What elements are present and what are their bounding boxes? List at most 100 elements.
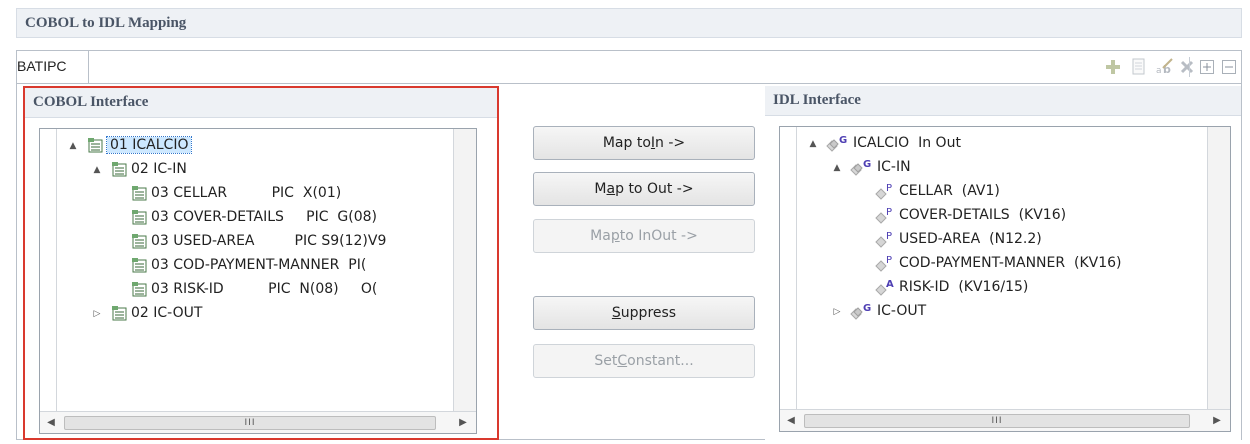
cobol-field-icon: [132, 186, 147, 201]
idl-tree-content: ▲ G ICALCIO In Out ▲ G IC-IN P CELLAR (A…: [796, 127, 1208, 409]
copy-icon[interactable]: [1129, 57, 1149, 77]
button-label-pre: M: [594, 181, 607, 197]
button-label-post: uppress: [620, 305, 677, 321]
map-to-out-button[interactable]: Map to Out ->: [533, 172, 755, 206]
rename-icon[interactable]: ab: [1155, 57, 1175, 77]
idl-badge: P: [886, 183, 892, 194]
set-constant-button[interactable]: Set Constant...: [533, 344, 755, 378]
vertical-scrollbar[interactable]: [1208, 127, 1230, 409]
idl-badge: G: [839, 135, 847, 146]
tree-row-label: 03 RISK-ID PIC N(08) O(: [151, 281, 378, 297]
collapse-all-icon[interactable]: [1219, 57, 1239, 77]
button-mnemonic: C: [617, 353, 628, 369]
idl-row-label: COD-PAYMENT-MANNER (KV16): [899, 255, 1122, 271]
scroll-left-arrow-icon[interactable]: ◀: [784, 413, 798, 427]
toolbar-separator: [1189, 57, 1190, 77]
idl-parameter-icon: P: [875, 231, 892, 248]
button-label-pre: Ma: [590, 228, 611, 244]
idl-group-icon: G: [850, 303, 871, 320]
view-title-bar: COBOL to IDL Mapping: [16, 8, 1242, 38]
idl-badge: G: [863, 303, 871, 314]
idl-tree[interactable]: ▲ G ICALCIO In Out ▲ G IC-IN P CELLAR (A…: [779, 126, 1231, 432]
cobol-group-icon: [112, 306, 127, 321]
button-label-post: n ->: [655, 135, 686, 151]
idl-group-icon: G: [850, 159, 871, 176]
button-mnemonic: p: [610, 228, 620, 244]
idl-badge: P: [886, 231, 892, 242]
cobol-field-icon: [132, 210, 147, 225]
cobol-field-icon: [132, 282, 147, 297]
idl-row-label: COVER-DETAILS (KV16): [899, 207, 1067, 223]
idl-parameter-icon: P: [875, 255, 892, 272]
expand-arrow-icon[interactable]: ▲: [91, 164, 103, 176]
tree-row-label: 03 COD-PAYMENT-MANNER PI(: [151, 257, 367, 273]
expand-arrow-icon[interactable]: ▲: [807, 138, 819, 150]
idl-parameter-icon: P: [875, 207, 892, 224]
button-mnemonic: a: [606, 181, 616, 197]
svg-text:a: a: [1156, 66, 1162, 76]
cobol-panel-title: COBOL Interface: [33, 94, 149, 110]
map-to-in-button[interactable]: Map to In ->: [533, 126, 755, 160]
scroll-right-arrow-icon[interactable]: ▶: [1210, 413, 1224, 427]
expand-all-icon[interactable]: [1197, 57, 1217, 77]
cobol-panel-header: COBOL Interface: [25, 88, 497, 118]
idl-badge: P: [886, 207, 892, 218]
idl-parameter-icon: P: [875, 183, 892, 200]
button-label-post: onstant...: [627, 353, 694, 369]
map-to-inout-button[interactable]: Ma p to InOut ->: [533, 219, 755, 253]
idl-group-icon: G: [826, 135, 847, 152]
idl-badge: P: [886, 255, 892, 266]
idl-row-label: CELLAR (AV1): [899, 183, 1000, 199]
collapsed-arrow-icon[interactable]: ▷: [831, 306, 843, 318]
cobol-interface-panel: COBOL Interface ▲ 01 ICALCIO ▲ 02 IC-IN: [23, 86, 499, 440]
expand-arrow-icon[interactable]: ▲: [67, 140, 79, 152]
cobol-group-icon: [112, 162, 127, 177]
idl-panel-header: IDL Interface: [765, 86, 1241, 116]
cobol-tree-content: ▲ 01 ICALCIO ▲ 02 IC-IN 03 CELLAR PIC X(…: [56, 129, 454, 411]
idl-row-label: ICALCIO In Out: [853, 135, 961, 151]
grip-icon: III: [244, 418, 256, 428]
button-mnemonic: S: [611, 305, 621, 321]
add-icon[interactable]: [1103, 57, 1123, 77]
mapping-editor: COBOL Interface ▲ 01 ICALCIO ▲ 02 IC-IN: [16, 84, 1242, 440]
tree-row-label: 03 USED-AREA PIC S9(12)V9: [151, 233, 387, 249]
tab-batipc[interactable]: BATIPC: [17, 51, 89, 83]
tree-row-label: 02 IC-OUT: [131, 305, 203, 321]
tree-row-label: 01 ICALCIO: [105, 136, 193, 154]
button-label-post: p to Out ->: [615, 181, 694, 197]
cobol-tree[interactable]: ▲ 01 ICALCIO ▲ 02 IC-IN 03 CELLAR PIC X(…: [39, 128, 477, 434]
horizontal-scrollbar[interactable]: ◀ III ▶: [40, 411, 476, 433]
idl-badge: G: [863, 159, 871, 170]
scrollbar-thumb[interactable]: III: [64, 416, 436, 430]
idl-interface-panel: IDL Interface ▲ G ICALCIO In Out ▲ G IC-…: [765, 86, 1241, 440]
idl-array-icon: A: [875, 279, 894, 296]
suppress-button[interactable]: Suppress: [533, 296, 755, 330]
idl-row-label: IC-OUT: [877, 303, 927, 319]
delete-icon[interactable]: [1177, 57, 1197, 77]
idl-row-label: IC-IN: [877, 159, 911, 175]
view-title: COBOL to IDL Mapping: [25, 15, 187, 31]
tab-label: BATIPC: [17, 58, 67, 74]
collapsed-arrow-icon[interactable]: ▷: [91, 308, 103, 320]
cobol-field-icon: [132, 258, 147, 273]
vertical-scrollbar[interactable]: [454, 129, 476, 411]
idl-row-label: USED-AREA (N12.2): [899, 231, 1042, 247]
scroll-right-arrow-icon[interactable]: ▶: [456, 415, 470, 429]
horizontal-scrollbar[interactable]: ◀ III ▶: [780, 409, 1230, 431]
tab-strip: BATIPC ab: [16, 50, 1242, 84]
button-label-pre: Set: [594, 353, 618, 369]
tree-row-label: 02 IC-IN: [131, 161, 187, 177]
scrollbar-thumb[interactable]: III: [804, 414, 1190, 428]
expand-arrow-icon[interactable]: ▲: [831, 162, 843, 174]
button-label-post: to InOut ->: [619, 228, 698, 244]
tree-row-label: 03 CELLAR PIC X(01): [151, 185, 342, 201]
idl-row-label: RISK-ID (KV16/15): [899, 279, 1029, 295]
scroll-left-arrow-icon[interactable]: ◀: [44, 415, 58, 429]
tree-row-label: 03 COVER-DETAILS PIC G(08): [151, 209, 378, 225]
grip-icon: III: [991, 416, 1003, 426]
idl-badge: A: [886, 279, 894, 290]
button-label-pre: Map to: [602, 135, 651, 151]
cobol-group-icon: [88, 138, 103, 153]
cobol-field-icon: [132, 234, 147, 249]
idl-panel-title: IDL Interface: [773, 92, 861, 108]
